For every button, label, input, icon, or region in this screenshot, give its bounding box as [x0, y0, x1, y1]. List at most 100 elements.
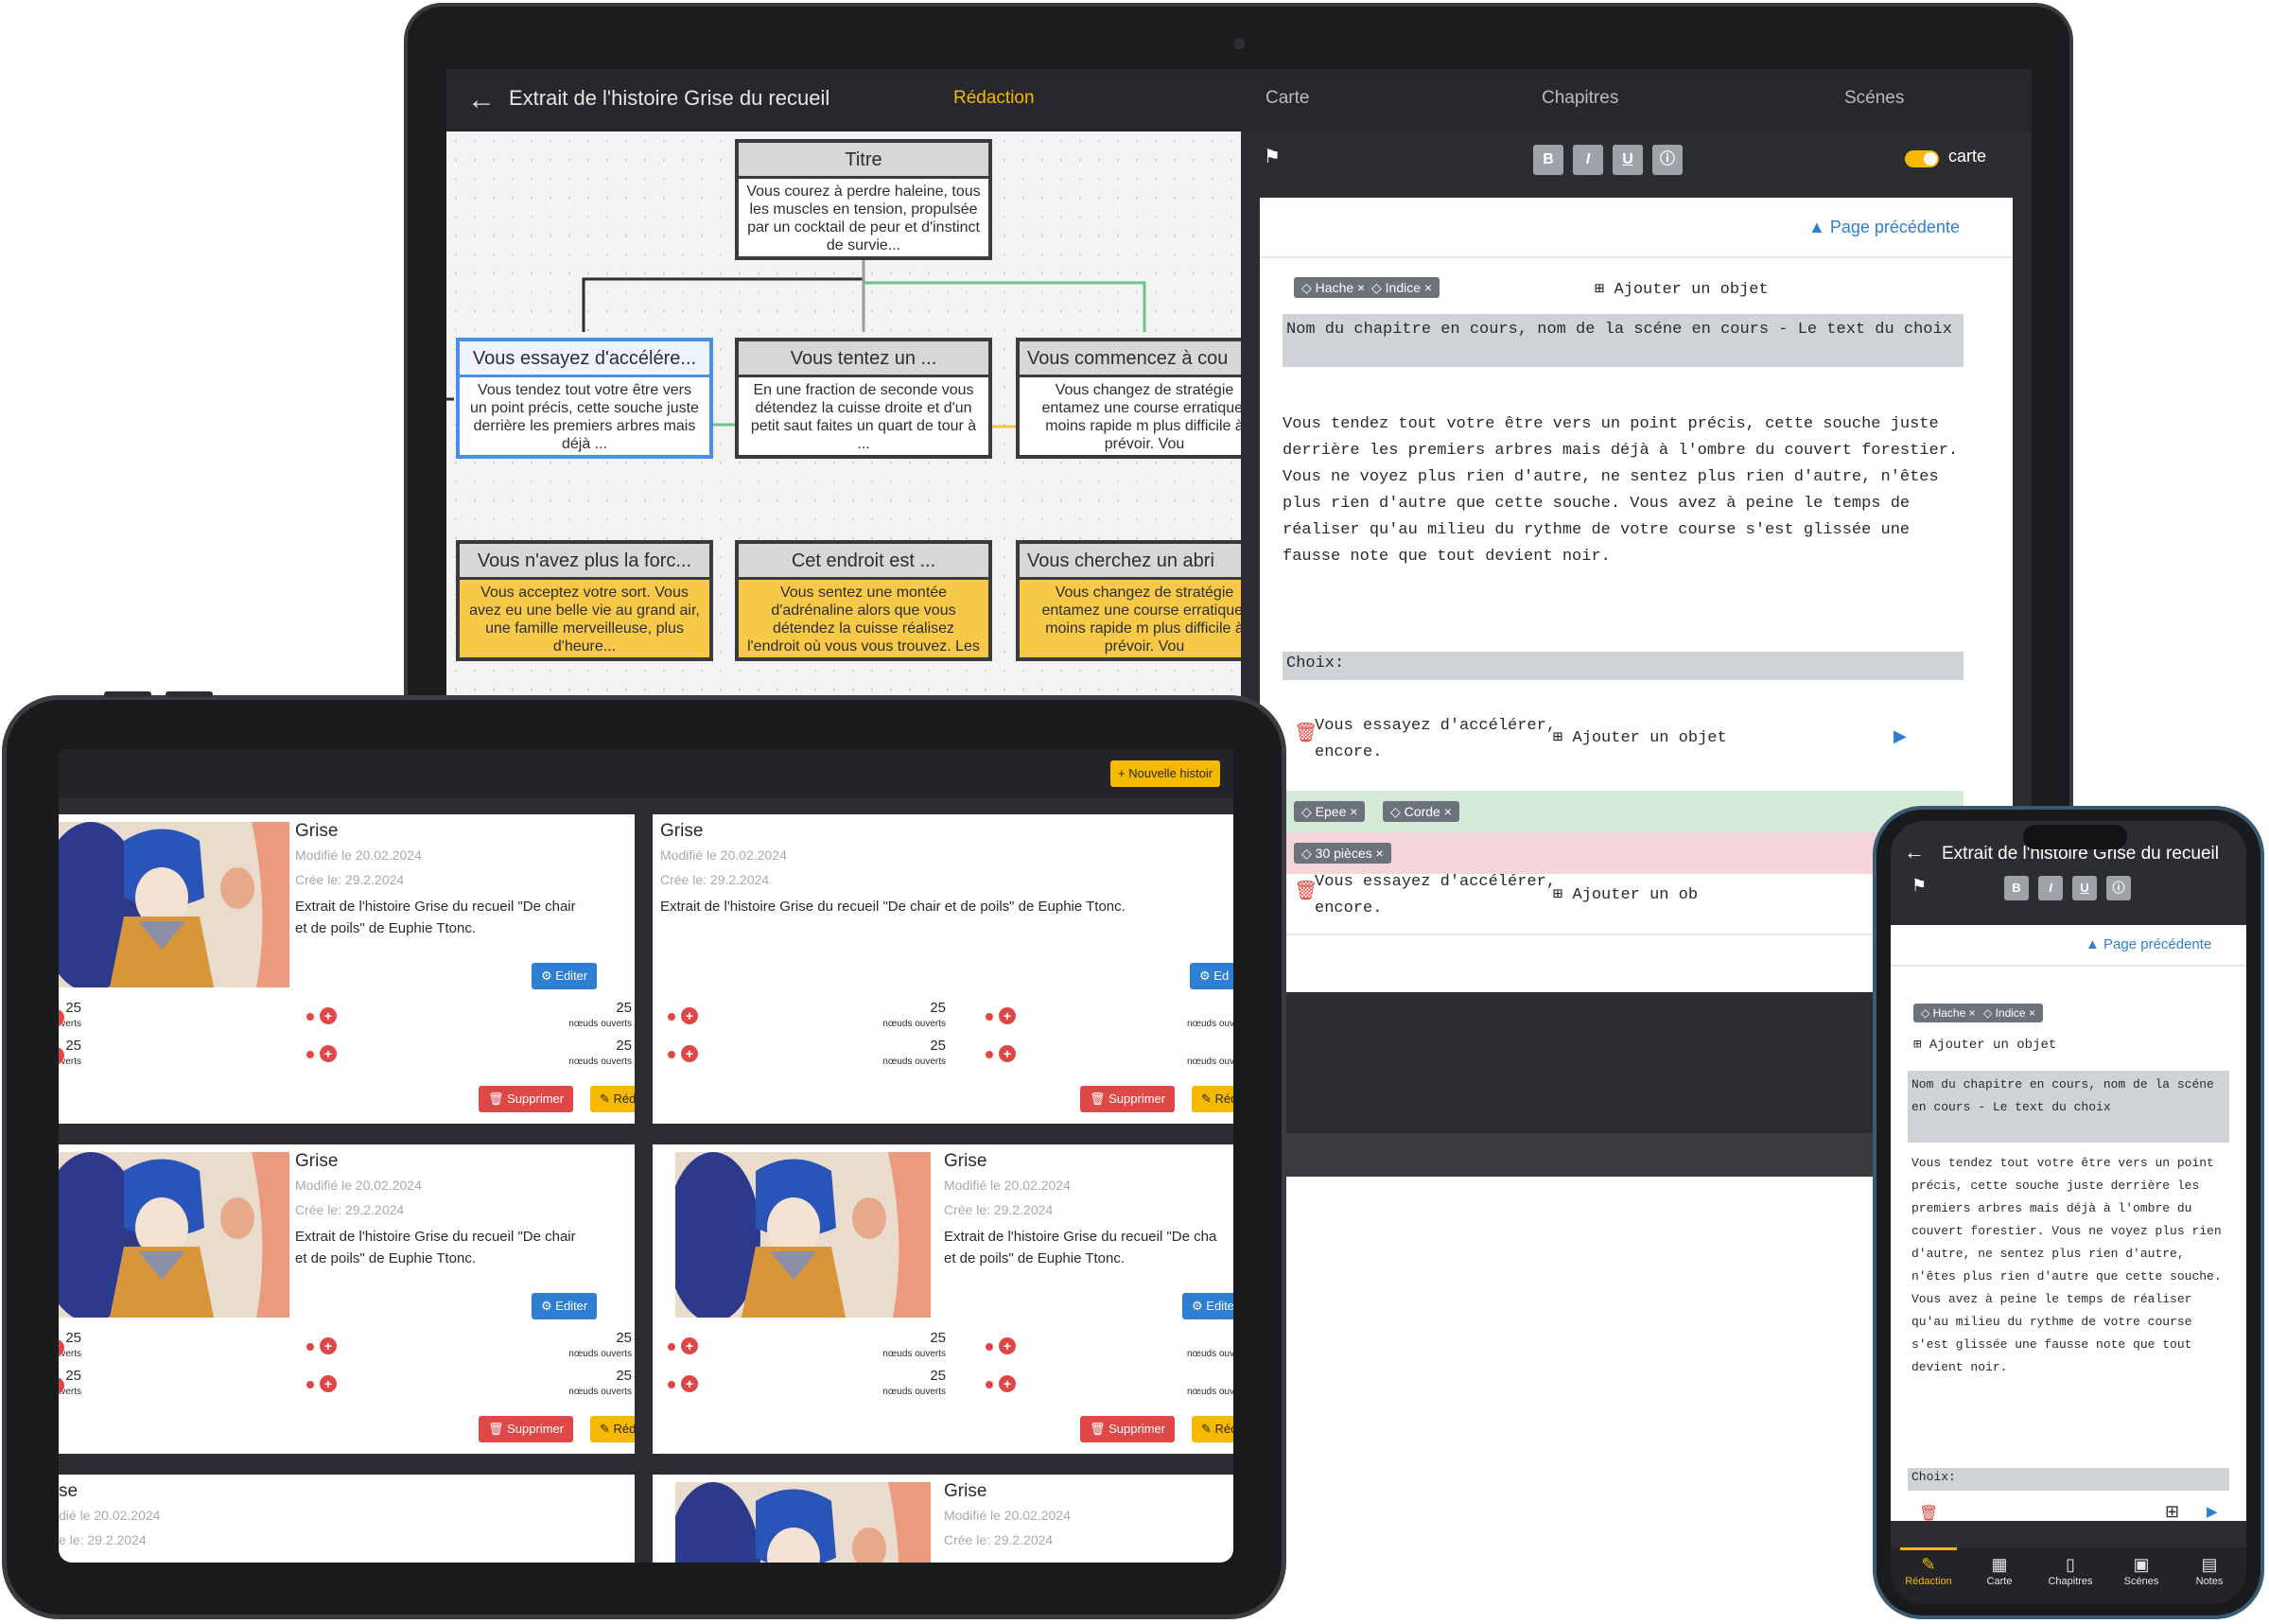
add-object-button[interactable]: ⊞ Ajouter un objet — [1553, 727, 1727, 747]
play-arrow-icon[interactable]: ▶ — [1894, 726, 1907, 746]
created-date: e le: 29.2.2024 — [59, 1532, 147, 1547]
delete-button[interactable]: 🗑 Supprimer — [1080, 1086, 1176, 1112]
story-description: Extrait de l'histoire Grise du recueil "… — [944, 1229, 1217, 1245]
stat-open-nodes: +25 nœuds ouverts — [306, 1330, 632, 1366]
object-chip[interactable]: ◇ Indice × — [1364, 277, 1440, 298]
stat-value: 25 — [616, 1368, 632, 1384]
story-description: Extrait de l'histoire Grise du recueil "… — [295, 899, 576, 915]
previous-page-link[interactable]: ▲ Page précédente — [2086, 936, 2211, 952]
object-chip[interactable]: ◇ Hache × — [1294, 277, 1373, 298]
story-description: et de poils" de Euphie Ttonc. — [295, 920, 477, 936]
edit-button[interactable]: ⚙ Editer — [532, 963, 598, 989]
tab-redaction[interactable]: Rédaction — [953, 88, 1035, 109]
new-story-button[interactable]: + Nouvelle histoir — [1110, 760, 1221, 787]
app-header: ← Extrait de l'histoire Grise du recueil… — [446, 69, 2032, 131]
delete-label: Supprimer — [1108, 1091, 1166, 1106]
map-node-root[interactable]: Titre Vous courez à perdre haleine, tous… — [735, 139, 992, 260]
trash-icon[interactable]: 🗑 — [1919, 1504, 1938, 1523]
delete-button[interactable]: 🗑 Supprimer — [1080, 1416, 1176, 1442]
map-node-selected[interactable]: Vous essayez d'accélére... Vous tendez t… — [456, 338, 713, 459]
back-arrow-icon[interactable]: ← — [1904, 840, 1925, 864]
stat-value: 25 — [65, 1038, 81, 1054]
story-card[interactable]: Grise Modifié le 20.02.2024 Crée le: 29.… — [653, 1144, 1233, 1454]
nav-notes[interactable]: ▤ Notes — [2176, 1553, 2243, 1587]
story-description: Extrait de l'histoire Grise du recueil "… — [660, 899, 1126, 915]
node-link-icon — [306, 1051, 314, 1058]
chapter-body-text[interactable]: Vous tendez tout votre être vers un poin… — [1283, 411, 1964, 570]
edit-button[interactable]: ⚙ Editer — [1182, 1293, 1233, 1319]
info-icon[interactable]: ⓘ — [1652, 145, 1683, 175]
object-chip[interactable]: ◇ Indice × — [1976, 1004, 2043, 1022]
delete-button[interactable]: 🗑 Supprimer — [479, 1086, 574, 1112]
stat-label: nœuds ouverts — [882, 1349, 946, 1359]
story-card[interactable]: Grise Modifié le 20.02.2024 Crée le: 29.… — [653, 1475, 1233, 1563]
story-card[interactable]: Grise Modifié le 20.02.2024 Crée le: 29.… — [59, 814, 635, 1124]
story-card[interactable]: Grise Modifié le 20.02.2024 Crée le: 29.… — [59, 1144, 635, 1454]
object-chip[interactable]: ◇ 30 pièces × — [1294, 843, 1391, 864]
story-card[interactable]: Grise Modifié le 20.02.2024 Crée le: 29.… — [653, 814, 1233, 1124]
stat-open-nodes: +25 nœuds ouverts — [668, 1000, 946, 1036]
previous-page-link[interactable]: ▲ Page précédente — [1808, 218, 1960, 237]
gear-icon: ⚙ — [1192, 1299, 1203, 1313]
nav-scenes[interactable]: ▣ Scénes — [2108, 1553, 2174, 1587]
redaction-button[interactable]: ✎ Rédac — [1192, 1086, 1233, 1112]
stat-value: 25 — [65, 1330, 81, 1346]
map-node[interactable]: Vous n'avez plus la forc... Vous accepte… — [456, 540, 713, 661]
tab-chapitres[interactable]: Chapitres — [1542, 88, 1618, 109]
map-node[interactable]: Vous cherchez un abri Vous changez de st… — [1016, 540, 1241, 661]
italic-button[interactable]: I — [1573, 145, 1603, 175]
delete-button[interactable]: 🗑 Supprimer — [479, 1416, 574, 1442]
italic-button[interactable]: I — [2038, 876, 2063, 900]
tab-scenes[interactable]: Scénes — [1844, 88, 1904, 109]
map-toggle[interactable] — [1905, 150, 1939, 167]
redaction-button[interactable]: ✎ Rédaction — [590, 1416, 635, 1442]
tag-icon: ◇ — [1301, 846, 1312, 861]
add-object-button[interactable]: ⊞ Ajouter un objet — [1595, 279, 1769, 299]
map-node-title: Vous cherchez un abri — [1020, 544, 1241, 580]
map-toggle-label: carte — [1948, 147, 1987, 166]
story-description: Extrait de l'histoire Grise du recueil "… — [295, 1229, 576, 1245]
object-chip[interactable]: ◇ Hache × — [1913, 1004, 1983, 1022]
active-tab-indicator — [1900, 1547, 1957, 1550]
node-link-icon — [668, 1381, 675, 1388]
map-node-title: Vous n'avez plus la forc... — [460, 544, 709, 580]
object-chip[interactable]: ◇ Epee × — [1294, 801, 1366, 822]
bookmark-icon[interactable]: ⚑ — [1264, 145, 1281, 168]
bold-button[interactable]: B — [2004, 876, 2029, 900]
node-add-icon: + — [999, 1337, 1016, 1354]
node-link-icon — [306, 1381, 314, 1388]
chapter-body-text[interactable]: Vous tendez tout votre être vers un poin… — [1911, 1152, 2227, 1379]
underline-button[interactable]: U — [2072, 876, 2097, 900]
plus-box-icon[interactable]: ⊞ — [2165, 1502, 2179, 1522]
object-chip[interactable]: ◇ Corde × — [1383, 801, 1459, 822]
previous-page-label: Page précédente — [1829, 218, 1960, 236]
map-node-title: Vous tentez un ... — [739, 341, 988, 377]
bold-button[interactable]: B — [1533, 145, 1563, 175]
redaction-button[interactable]: ✎ Rédac — [1192, 1416, 1233, 1442]
redaction-button[interactable]: ✎ Rédaction — [590, 1086, 635, 1112]
add-object-button[interactable]: ⊞ Ajouter un ob — [1553, 884, 1698, 904]
nav-label: Rédaction — [1905, 1576, 1952, 1587]
info-icon[interactable]: ⓘ — [2106, 876, 2131, 900]
created-date: Crée le: 29.2.2024 — [944, 1532, 1054, 1547]
map-node[interactable]: Vous commencez à cou Vous changez de str… — [1016, 338, 1241, 459]
bookmark-icon[interactable]: ⚑ — [1911, 876, 1927, 896]
add-object-button[interactable]: ⊞ Ajouter un objet — [1913, 1037, 2056, 1053]
map-node[interactable]: Cet endroit est ... Vous sentez une mont… — [735, 540, 992, 661]
play-arrow-icon[interactable]: ▶ — [2207, 1503, 2218, 1520]
node-add-icon: + — [681, 1045, 698, 1062]
edit-button[interactable]: ⚙ Ed — [1190, 963, 1233, 989]
edit-label: Editer — [555, 1299, 588, 1313]
nav-redaction[interactable]: ✎ Rédaction — [1895, 1553, 1962, 1587]
nav-carte[interactable]: ▦ Carte — [1966, 1553, 2033, 1587]
plus-box-icon: ⊞ — [1553, 729, 1563, 747]
gear-icon: ⚙ — [541, 969, 552, 983]
edit-button[interactable]: ⚙ Editer — [532, 1293, 598, 1319]
tab-carte[interactable]: Carte — [1265, 88, 1309, 109]
back-arrow-icon[interactable]: ← — [467, 84, 496, 116]
stat-label: nœuds ouv — [1186, 1349, 1233, 1359]
underline-button[interactable]: U — [1613, 145, 1643, 175]
nav-chapitres[interactable]: ▯ Chapitres — [2037, 1553, 2103, 1587]
map-node[interactable]: Vous tentez un ... En une fraction de se… — [735, 338, 992, 459]
story-card[interactable]: se dié le 20.02.2024 e le: 29.2.2024 — [59, 1475, 635, 1563]
